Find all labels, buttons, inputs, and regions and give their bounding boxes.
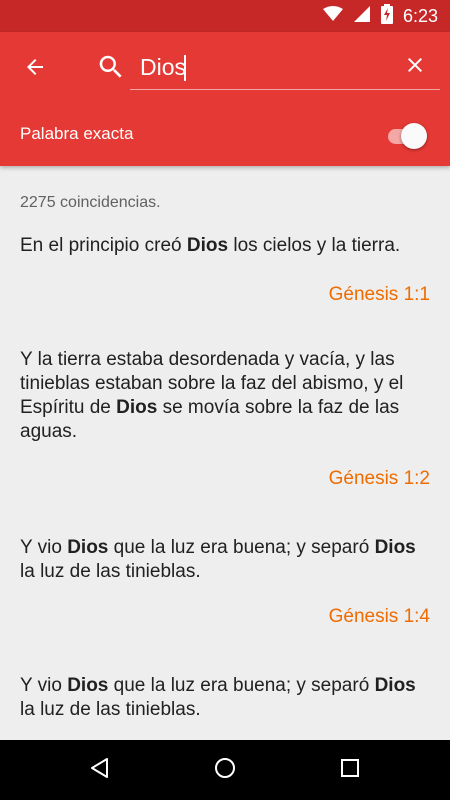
signal-icon — [353, 5, 371, 27]
nav-back-icon — [88, 756, 112, 784]
search-toolbar: Palabra exacta — [0, 32, 450, 166]
results-list: 2275 coincidencias. En el principio creó… — [0, 166, 450, 740]
status-time: 6:23 — [402, 5, 438, 26]
toggle-thumb — [401, 123, 427, 149]
verse-reference[interactable]: Génesis 1:1 — [329, 284, 430, 306]
exact-word-label: Palabra exacta — [20, 124, 134, 143]
close-icon — [403, 53, 427, 81]
system-nav-bar — [0, 740, 450, 800]
nav-home-button[interactable] — [210, 755, 240, 785]
status-icons: 6:23 — [322, 4, 438, 28]
nav-recents-icon — [339, 757, 361, 783]
verse-text: En el principio creó Dios los cielos y l… — [20, 235, 401, 256]
search-icon — [96, 52, 126, 82]
verse-text: Y vio Dios que la luz era buena; y separ… — [20, 537, 416, 582]
results-count: 2275 coincidencias. — [20, 194, 161, 211]
nav-home-icon — [213, 756, 237, 784]
wifi-icon — [322, 6, 343, 26]
clear-search-button[interactable] — [400, 52, 430, 82]
arrow-back-icon — [23, 55, 47, 83]
verse-reference[interactable]: Génesis 1:4 — [329, 606, 430, 628]
nav-back-button[interactable] — [85, 755, 115, 785]
status-bar: 6:23 — [0, 0, 450, 32]
search-input[interactable] — [140, 50, 380, 84]
exact-word-toggle[interactable] — [386, 123, 428, 149]
verse-text: Y vio Dios que la luz era buena; y separ… — [20, 675, 416, 720]
search-field-container — [130, 46, 440, 90]
verse-reference[interactable]: Génesis 1:2 — [329, 468, 430, 490]
verse-text: Y la tierra estaba desordenada y vacía, … — [20, 349, 404, 442]
text-cursor — [184, 55, 186, 81]
nav-recents-button[interactable] — [335, 755, 365, 785]
back-button[interactable] — [18, 52, 52, 86]
battery-charging-icon — [380, 4, 393, 28]
